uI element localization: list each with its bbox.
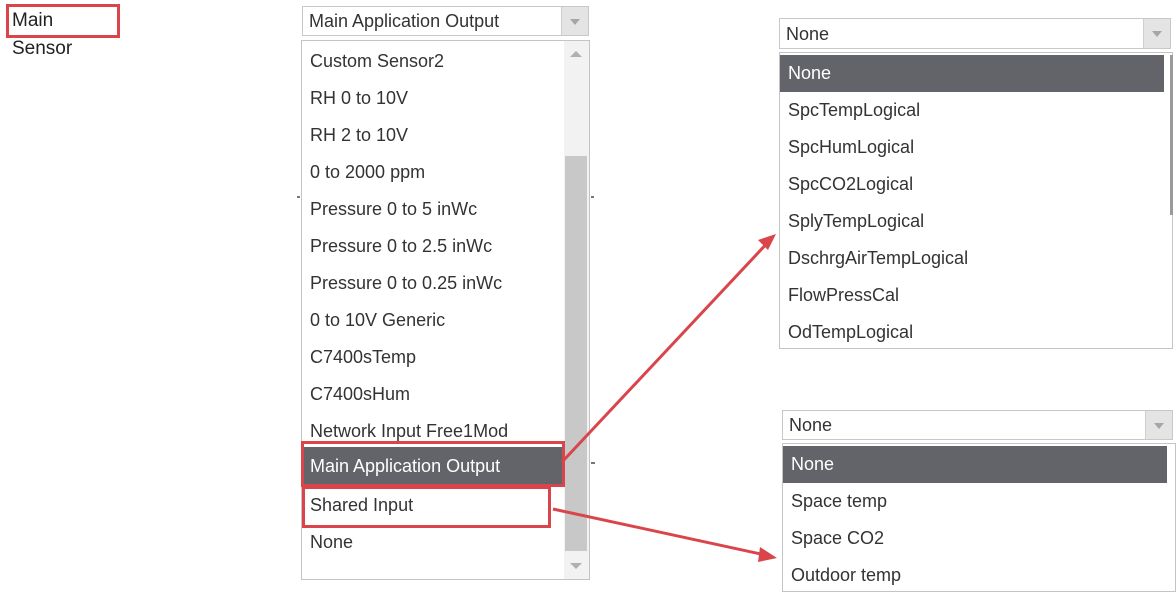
arrowhead-icon <box>758 547 777 562</box>
annotation-arrows <box>552 234 777 562</box>
arrow-to-app-output-list <box>560 236 774 464</box>
arrowhead-icon <box>758 234 776 250</box>
arrow-to-shared-input-list <box>552 507 771 558</box>
